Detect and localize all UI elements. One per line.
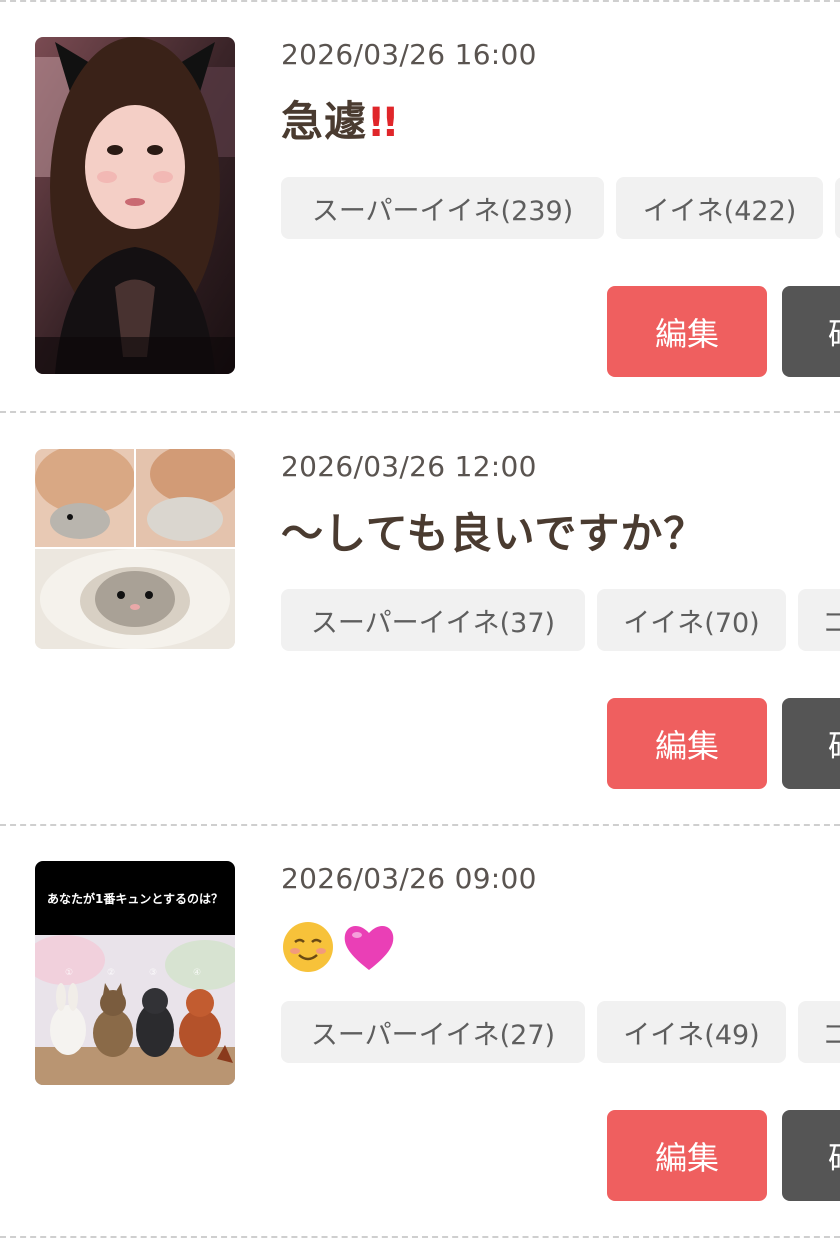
super-like-chip[interactable]: スーパーイイネ(27) xyxy=(281,1001,585,1063)
divider-bottom xyxy=(0,1236,840,1238)
confirm-button[interactable]: 確 xyxy=(782,1110,840,1201)
confirm-button[interactable]: 確 xyxy=(782,286,840,377)
post-title: 急遽!! xyxy=(281,88,400,149)
svg-text:①: ① xyxy=(65,968,73,978)
post-thumbnail[interactable]: あなたが1番キュンとするのは？ ① ② ③ ④ xyxy=(35,861,235,1085)
svg-text:④: ④ xyxy=(193,968,201,978)
comment-chip[interactable]: コ xyxy=(798,1001,840,1063)
like-chip[interactable]: イイネ(422) xyxy=(616,177,823,239)
smiling-face-icon xyxy=(283,921,333,972)
comment-chip[interactable]: コ xyxy=(798,589,840,651)
svg-text:③: ③ xyxy=(149,968,157,978)
post-date: 2026/03/26 16:00 xyxy=(281,38,537,71)
like-chip[interactable]: イイネ(70) xyxy=(597,589,786,651)
post-item: あなたが1番キュンとするのは？ ① ② ③ ④ 2026/03/26 09:00… xyxy=(0,824,840,1236)
super-like-chip[interactable]: スーパーイイネ(37) xyxy=(281,589,585,651)
post-title: 〜しても良いですか？ xyxy=(281,500,706,561)
post-thumbnail[interactable] xyxy=(35,449,235,649)
edit-button[interactable]: 編集 xyxy=(607,698,767,789)
like-chip[interactable]: イイネ(49) xyxy=(597,1001,786,1063)
post-title-text: 急遽 xyxy=(281,97,368,146)
post-item: 2026/03/26 16:00 急遽!! スーパーイイネ(239) イイネ(4… xyxy=(0,0,840,412)
post-date: 2026/03/26 09:00 xyxy=(281,862,537,895)
confirm-button[interactable]: 確 xyxy=(782,698,840,789)
post-date: 2026/03/26 12:00 xyxy=(281,450,537,483)
post-thumbnail[interactable] xyxy=(35,37,235,374)
edit-button[interactable]: 編集 xyxy=(607,286,767,377)
thumbnail-caption: あなたが1番キュンとするのは？ xyxy=(47,891,223,906)
post-title-text: 〜しても良いですか？ xyxy=(281,509,707,558)
portrait-image xyxy=(35,37,235,374)
comment-chip[interactable] xyxy=(835,177,840,239)
super-like-chip[interactable]: スーパーイイネ(239) xyxy=(281,177,604,239)
double-exclamation-icon: !! xyxy=(367,100,400,146)
post-title: ☺💗 xyxy=(281,919,397,974)
svg-text:②: ② xyxy=(107,968,115,978)
edit-button[interactable]: 編集 xyxy=(607,1110,767,1201)
post-item: 2026/03/26 12:00 〜しても良いですか？ スーパーイイネ(37) … xyxy=(0,412,840,824)
hamster-image xyxy=(35,449,235,649)
animals-image: ① ② ③ ④ xyxy=(35,935,235,1085)
pink-heart-icon xyxy=(344,925,394,970)
